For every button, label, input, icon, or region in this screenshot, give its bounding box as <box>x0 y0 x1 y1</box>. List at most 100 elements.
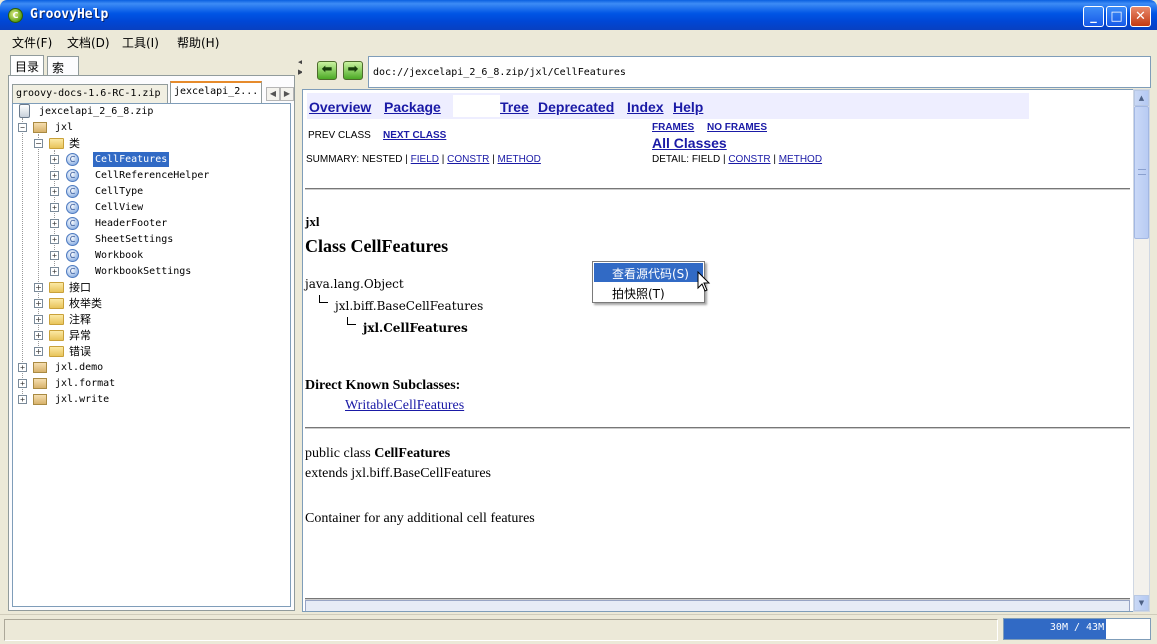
expand-icon[interactable]: + <box>34 299 43 308</box>
summary-method-link[interactable]: METHOD <box>498 154 541 165</box>
tree-label: jxl.demo <box>55 362 104 373</box>
detail-constr-link[interactable]: CONSTR <box>728 154 770 165</box>
expand-icon[interactable]: + <box>50 187 59 196</box>
summary-constr-link[interactable]: CONSTR <box>447 154 489 165</box>
tree-node-package[interactable]: + jxl.format <box>17 376 217 391</box>
tree-label: jxl <box>55 122 74 133</box>
collapse-icon[interactable]: − <box>34 139 43 148</box>
scroll-down-icon[interactable]: ▼ <box>1134 595 1149 611</box>
menu-document[interactable]: 文档(D) <box>67 34 110 51</box>
subclass-link[interactable]: WritableCellFeatures <box>345 398 464 414</box>
groovy-app-icon: C <box>8 8 23 23</box>
tree-node-package[interactable]: + jxl.write <box>17 392 217 407</box>
minimize-button[interactable]: _ <box>1083 6 1104 27</box>
detail-line: DETAIL: FIELD | CONSTR | METHOD <box>652 154 822 165</box>
menu-file[interactable]: 文件(F) <box>12 34 52 51</box>
next-class-link[interactable]: NEXT CLASS <box>383 130 446 141</box>
nav-help-link[interactable]: Help <box>673 99 703 115</box>
tree-label-selected: CellFeatures <box>93 152 170 167</box>
subclasses-heading: Direct Known Subclasses: <box>305 378 461 393</box>
summary-field-link[interactable]: FIELD <box>411 154 439 165</box>
tab-index[interactable]: 索引 <box>47 56 79 92</box>
view-source-menu-item[interactable]: 查看源代码(S) <box>594 263 703 282</box>
arrow-left-icon: ⬅ <box>321 62 333 77</box>
tree-node-annotations-folder[interactable]: + 注释 <box>33 312 233 327</box>
expand-icon[interactable]: + <box>50 171 59 180</box>
nav-tree-link[interactable]: Tree <box>500 99 529 115</box>
expand-icon[interactable]: + <box>50 267 59 276</box>
expand-icon[interactable]: + <box>34 283 43 292</box>
divider <box>305 427 1130 429</box>
hierarchy-object: java.lang.Object <box>305 277 404 291</box>
menu-tools[interactable]: 工具(I) <box>122 34 159 51</box>
scroll-thumb[interactable] <box>1134 106 1149 239</box>
expand-icon[interactable]: + <box>34 347 43 356</box>
detail-method-link[interactable]: METHOD <box>779 154 822 165</box>
take-snapshot-menu-item[interactable]: 拍快照(T) <box>594 283 703 302</box>
forward-button[interactable]: ➡ <box>343 61 363 80</box>
tree-node-jxl[interactable]: − jxl <box>17 120 277 135</box>
expand-icon[interactable]: + <box>18 363 27 372</box>
no-frames-link[interactable]: NO FRAMES <box>707 122 767 133</box>
arrow-right-icon: ➡ <box>347 62 359 77</box>
tree-label: 接口 <box>69 281 91 294</box>
expand-icon[interactable]: + <box>50 203 59 212</box>
expand-icon[interactable]: + <box>50 219 59 228</box>
close-button[interactable]: ✕ <box>1130 6 1151 27</box>
expand-icon[interactable]: + <box>50 235 59 244</box>
maximize-button[interactable]: □ <box>1106 6 1127 27</box>
tree-node-exceptions-folder[interactable]: + 异常 <box>33 328 233 343</box>
content-scrollbar[interactable]: ▲ ▼ <box>1133 89 1150 612</box>
nav-overview-link[interactable]: Overview <box>309 99 371 115</box>
javadoc-nav-row: Overview Package Tree Deprecated Index H… <box>307 93 1029 119</box>
expand-icon[interactable]: + <box>50 251 59 260</box>
expand-icon[interactable]: + <box>18 379 27 388</box>
address-field[interactable]: doc://jexcelapi_2_6_8.zip/jxl/CellFeatur… <box>368 56 1151 88</box>
divider <box>305 188 1130 190</box>
folder-icon <box>49 298 64 309</box>
class-icon: C <box>66 265 79 278</box>
expand-icon[interactable]: + <box>34 315 43 324</box>
tree-node-package[interactable]: + jxl.demo <box>17 360 217 375</box>
status-bar: 30M / 43M <box>0 614 1157 644</box>
frames-link[interactable]: FRAMES <box>652 122 694 133</box>
tab-scroll-left-icon[interactable]: ◀ <box>266 87 280 101</box>
nav-index-link[interactable]: Index <box>627 99 664 115</box>
expand-icon[interactable]: + <box>50 155 59 164</box>
package-icon <box>33 122 47 133</box>
decl-prefix: public class <box>305 446 375 461</box>
tree-node-root[interactable]: jexcelapi_2_6_8.zip <box>17 104 277 119</box>
doc-tab-groovy[interactable]: groovy-docs-1.6-RC-1.zip <box>12 84 168 103</box>
status-message-area <box>4 619 998 641</box>
scroll-up-icon[interactable]: ▲ <box>1134 90 1149 106</box>
nav-package-link[interactable]: Package <box>384 99 441 115</box>
folder-icon <box>49 282 64 293</box>
summary-table-top <box>305 600 1130 611</box>
tab-scroll-right-icon[interactable]: ▶ <box>280 87 294 101</box>
class-icon: C <box>66 233 79 246</box>
back-button[interactable]: ⬅ <box>317 61 337 80</box>
tree-node-enums-folder[interactable]: + 枚举类 <box>33 296 233 311</box>
folder-icon <box>49 346 64 357</box>
collapse-icon[interactable]: − <box>18 123 27 132</box>
navigation-bar: ⬅ ➡ doc://jexcelapi_2_6_8.zip/jxl/CellFe… <box>302 54 1153 88</box>
decl-name: CellFeatures <box>374 446 451 461</box>
maximize-icon: □ <box>1110 9 1123 24</box>
all-classes-link[interactable]: All Classes <box>652 135 727 151</box>
minimize-icon: _ <box>1090 9 1097 24</box>
class-declaration: public class CellFeatures <box>305 446 450 462</box>
package-name: jxl <box>305 214 320 229</box>
menu-help[interactable]: 帮助(H) <box>177 34 219 51</box>
memory-text: 30M / 43M <box>1049 622 1105 633</box>
expand-icon[interactable]: + <box>18 395 27 404</box>
nav-deprecated-link[interactable]: Deprecated <box>538 99 614 115</box>
doc-tab-jexcelapi[interactable]: jexcelapi_2... <box>170 81 262 103</box>
tree-node-classes-folder[interactable]: − 类 <box>33 136 273 151</box>
tree-node-interfaces-folder[interactable]: + 接口 <box>33 280 233 295</box>
summary-prefix: SUMMARY: NESTED | <box>306 154 411 165</box>
tab-toc[interactable]: 目录 <box>10 55 44 77</box>
expand-icon[interactable]: + <box>34 331 43 340</box>
class-icon: C <box>66 249 79 262</box>
tree-node-errors-folder[interactable]: + 错误 <box>33 344 233 359</box>
toc-tree: jexcelapi_2_6_8.zip − jxl − 类 + C CellFe… <box>12 103 291 607</box>
